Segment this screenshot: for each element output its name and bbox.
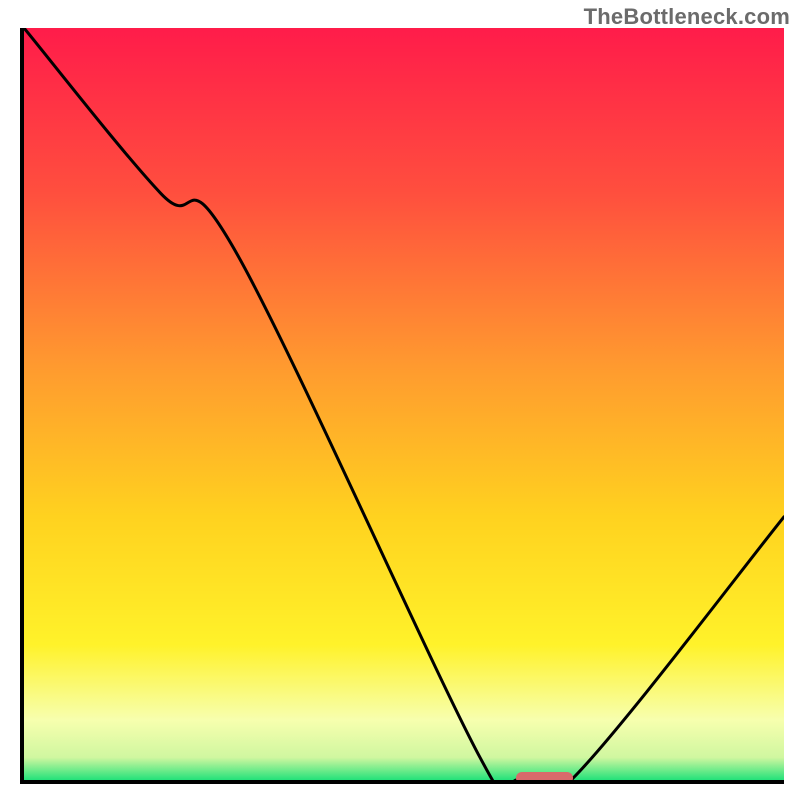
bottleneck-curve [24,28,784,780]
plot-area [20,28,784,784]
optimal-marker [516,772,573,784]
watermark-text: TheBottleneck.com [584,4,790,30]
chart-frame: TheBottleneck.com [0,0,800,800]
